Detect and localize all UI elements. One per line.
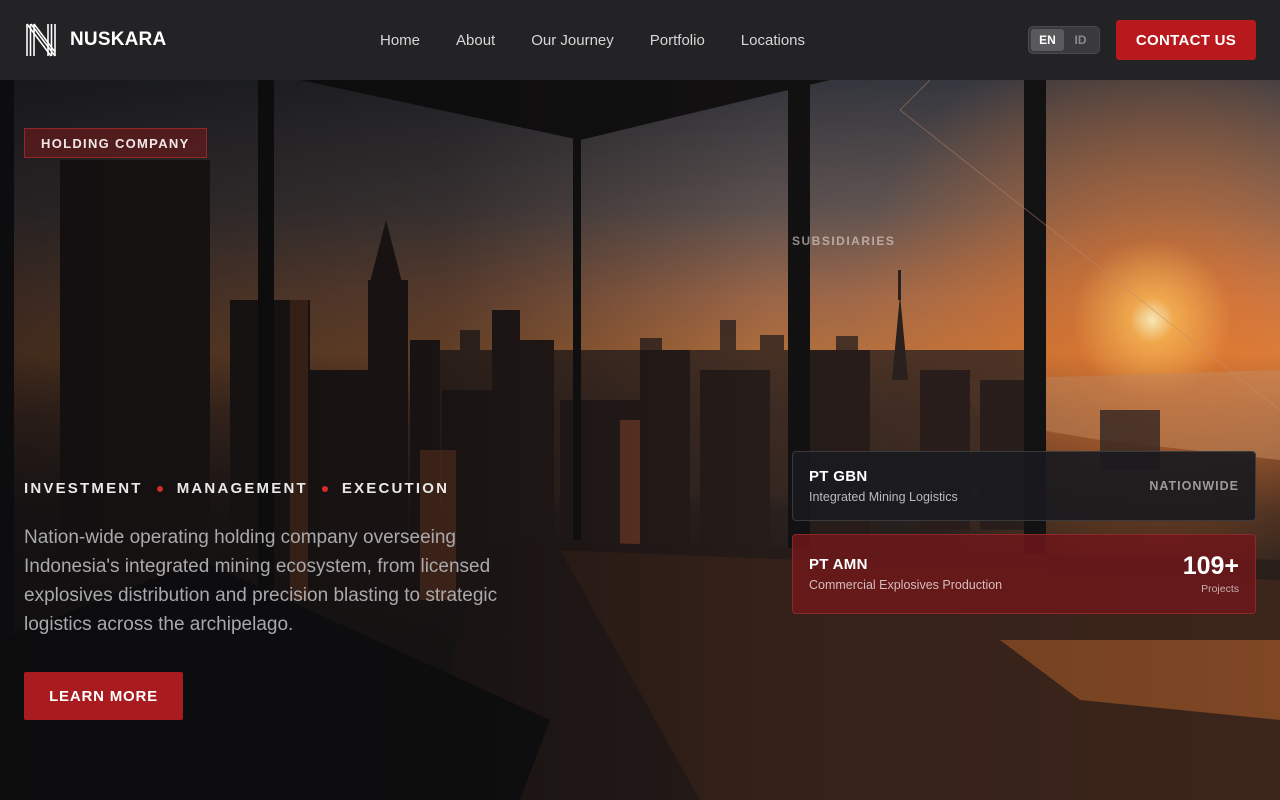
nav-about[interactable]: About — [438, 32, 513, 49]
contact-us-button[interactable]: CONTACT US — [1116, 20, 1256, 60]
pillar-management: MANAGEMENT — [176, 480, 308, 497]
stat-label: Projects — [1201, 583, 1239, 595]
language-option-en[interactable]: EN — [1031, 29, 1064, 51]
red-dot-icon — [156, 485, 163, 492]
hero-tagline: Nation-wide operating holding company ov… — [24, 527, 498, 635]
card-region: NATIONWIDE — [1149, 479, 1239, 493]
language-toggle: EN ID — [1028, 26, 1100, 54]
brand-name: NUSKARA — [70, 29, 167, 50]
hero-overlay — [0, 80, 1280, 800]
nuskara-logo-icon — [26, 23, 56, 57]
subsidiary-card-pt-gbn[interactable]: PT GBN Integrated Mining Logistics NATIO… — [792, 451, 1256, 521]
pillar-investment: INVESTMENT — [24, 480, 143, 497]
red-dot-icon — [321, 485, 328, 492]
card-name: PT AMN — [809, 556, 868, 573]
subsidiary-card-pt-amn[interactable]: PT AMN Commercial Explosives Production … — [792, 534, 1256, 614]
nav-portfolio[interactable]: Portfolio — [632, 32, 723, 49]
card-description: Commercial Explosives Production — [809, 578, 1003, 592]
language-option-id[interactable]: ID — [1064, 29, 1097, 51]
main-nav: Home About Our Journey Portfolio Locatio… — [362, 0, 823, 80]
stat-value: 109+ — [1182, 552, 1239, 580]
subsidiaries-label: SUBSIDIARIES — [792, 234, 896, 248]
projects-stat: 109+ Projects — [1183, 553, 1239, 595]
hero-section — [0, 80, 1280, 800]
nav-locations[interactable]: Locations — [723, 32, 823, 49]
card-description: Integrated Mining Logistics — [809, 490, 958, 504]
pillars-row: INVESTMENT MANAGEMENT EXECUTION — [24, 480, 449, 497]
site-header: NUSKARA Home About Our Journey Portfolio… — [0, 0, 1280, 80]
card-info: PT AMN Commercial Explosives Production — [809, 556, 1002, 592]
nav-home[interactable]: Home — [362, 32, 438, 49]
nav-our-journey[interactable]: Our Journey — [513, 32, 632, 49]
pillar-execution: EXECUTION — [341, 480, 450, 497]
brand[interactable]: NUSKARA — [24, 22, 166, 58]
holding-company-badge: HOLDING COMPANY — [24, 128, 207, 158]
card-name: PT GBN — [809, 468, 868, 485]
card-info: PT GBN Integrated Mining Logistics — [809, 468, 958, 504]
learn-more-button[interactable]: LEARN MORE — [24, 672, 183, 720]
